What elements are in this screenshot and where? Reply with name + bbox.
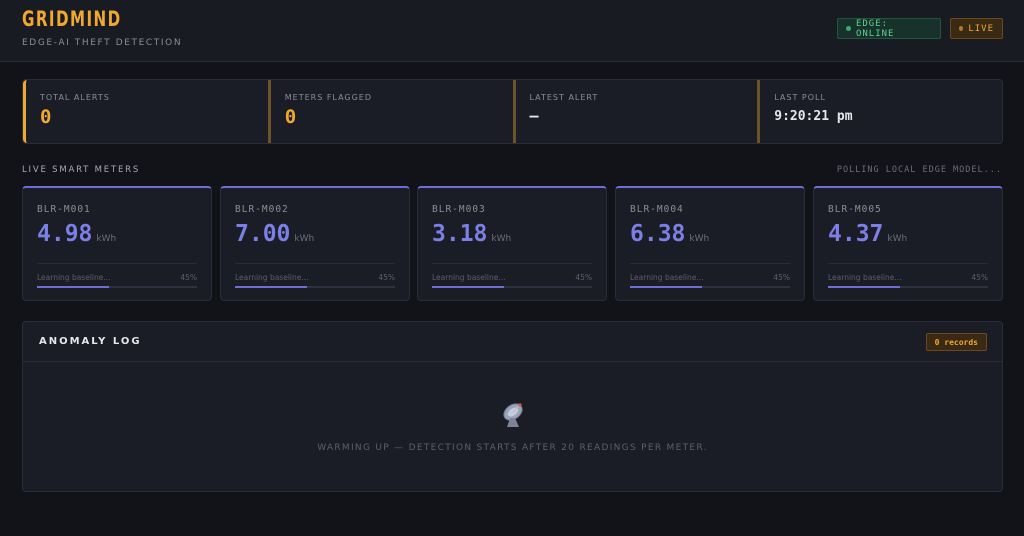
meter-status: Learning baseline...: [828, 273, 902, 282]
live-badge: LIVE: [950, 18, 1003, 39]
divider: [37, 263, 197, 264]
stat-label: LATEST ALERT: [529, 93, 599, 102]
polling-status: POLLING LOCAL EDGE MODEL...: [836, 165, 1002, 175]
meter-status: Learning baseline...: [37, 273, 111, 282]
stat-value: 0: [40, 106, 52, 128]
meter-card[interactable]: BLR-M003 3.18 kWh Learning baseline... 4…: [417, 186, 607, 301]
stat-meters-flagged: METERS FLAGGED 0: [267, 80, 513, 143]
anomaly-log-header: ANOMALY LOG 0 records: [23, 322, 1002, 362]
app-tagline: EDGE-AI THEFT DETECTION: [22, 38, 183, 48]
meter-id: BLR-M002: [235, 204, 289, 215]
divider: [630, 263, 790, 264]
meter-card[interactable]: BLR-M001 4.98 kWh Learning baseline... 4…: [22, 186, 212, 301]
meter-progress-label: 45%: [971, 273, 988, 282]
meter-card[interactable]: BLR-M002 7.00 kWh Learning baseline... 4…: [220, 186, 410, 301]
status-dot-icon: [846, 26, 851, 31]
divider: [235, 263, 395, 264]
stat-total-alerts: TOTAL ALERTS 0: [23, 80, 268, 143]
anomaly-log-title: ANOMALY LOG: [39, 336, 142, 347]
meter-progress-bar: [37, 286, 197, 288]
meter-value: 4.37: [828, 221, 884, 247]
meter-progress-label: 45%: [378, 273, 395, 282]
live-dot-icon: [959, 26, 964, 31]
divider: [432, 263, 592, 264]
meter-card[interactable]: BLR-M004 6.38 kWh Learning baseline... 4…: [615, 186, 805, 301]
meter-unit: kWh: [887, 234, 908, 244]
meter-id: BLR-M001: [37, 204, 91, 215]
meter-reading: 3.18 kWh: [432, 221, 511, 247]
divider: [828, 263, 988, 264]
meter-id: BLR-M003: [432, 204, 486, 215]
edge-status-label: EDGE: ONLINE: [855, 18, 895, 39]
meter-value: 7.00: [235, 221, 291, 247]
meter-progress-bar: [432, 286, 592, 288]
stat-label: METERS FLAGGED: [284, 93, 373, 102]
meter-reading: 7.00 kWh: [235, 221, 314, 247]
meter-unit: kWh: [96, 234, 117, 244]
meter-progress-label: 45%: [575, 273, 592, 282]
stat-label: LAST POLL: [774, 93, 826, 102]
record-count-badge: 0 records: [925, 333, 987, 351]
meter-unit: kWh: [294, 234, 315, 244]
meter-status: Learning baseline...: [235, 273, 309, 282]
meter-progress-fill: [630, 286, 702, 288]
meter-progress-label: 45%: [180, 273, 197, 282]
meter-status: Learning baseline...: [630, 273, 704, 282]
app-logo: GRIDMIND: [22, 7, 122, 31]
stat-last-poll: LAST POLL 9:20:21 pm: [757, 80, 1002, 143]
meter-progress-fill: [828, 286, 900, 288]
meter-id: BLR-M005: [828, 204, 882, 215]
meter-status: Learning baseline...: [432, 273, 506, 282]
meter-progress-fill: [235, 286, 307, 288]
stats-bar: TOTAL ALERTS 0 METERS FLAGGED 0 LATEST A…: [22, 79, 1003, 144]
stat-value: 9:20:21 pm: [774, 109, 853, 124]
anomaly-log-panel: ANOMALY LOG 0 records WARMING UP — DETEC…: [22, 321, 1003, 492]
meter-reading: 6.38 kWh: [630, 221, 709, 247]
edge-status-badge: EDGE: ONLINE: [837, 18, 941, 39]
stat-value: 0: [284, 106, 297, 128]
stat-value: —: [529, 107, 539, 125]
meter-value: 6.38: [630, 221, 686, 247]
meter-progress-bar: [630, 286, 790, 288]
meter-value: 3.18: [432, 221, 488, 247]
meter-progress-fill: [432, 286, 504, 288]
meter-reading: 4.98 kWh: [37, 221, 116, 247]
meter-unit: kWh: [491, 234, 512, 244]
meter-progress-fill: [37, 286, 109, 288]
satellite-dish-icon: [503, 403, 523, 427]
meter-value: 4.98: [37, 221, 93, 247]
meter-progress-label: 45%: [773, 273, 790, 282]
live-label: LIVE: [968, 23, 994, 34]
stat-latest-alert: LATEST ALERT —: [512, 80, 758, 143]
meter-id: BLR-M004: [630, 204, 684, 215]
meter-card[interactable]: BLR-M005 4.37 kWh Learning baseline... 4…: [813, 186, 1003, 301]
app-header: GRIDMIND EDGE-AI THEFT DETECTION EDGE: O…: [0, 0, 1024, 62]
stat-label: TOTAL ALERTS: [40, 93, 110, 102]
meters-section-title: LIVE SMART METERS: [22, 165, 141, 175]
meter-unit: kWh: [689, 234, 710, 244]
meter-progress-bar: [235, 286, 395, 288]
empty-state-message: WARMING UP — DETECTION STARTS AFTER 20 R…: [317, 443, 708, 453]
meter-reading: 4.37 kWh: [828, 221, 907, 247]
meter-progress-bar: [828, 286, 988, 288]
